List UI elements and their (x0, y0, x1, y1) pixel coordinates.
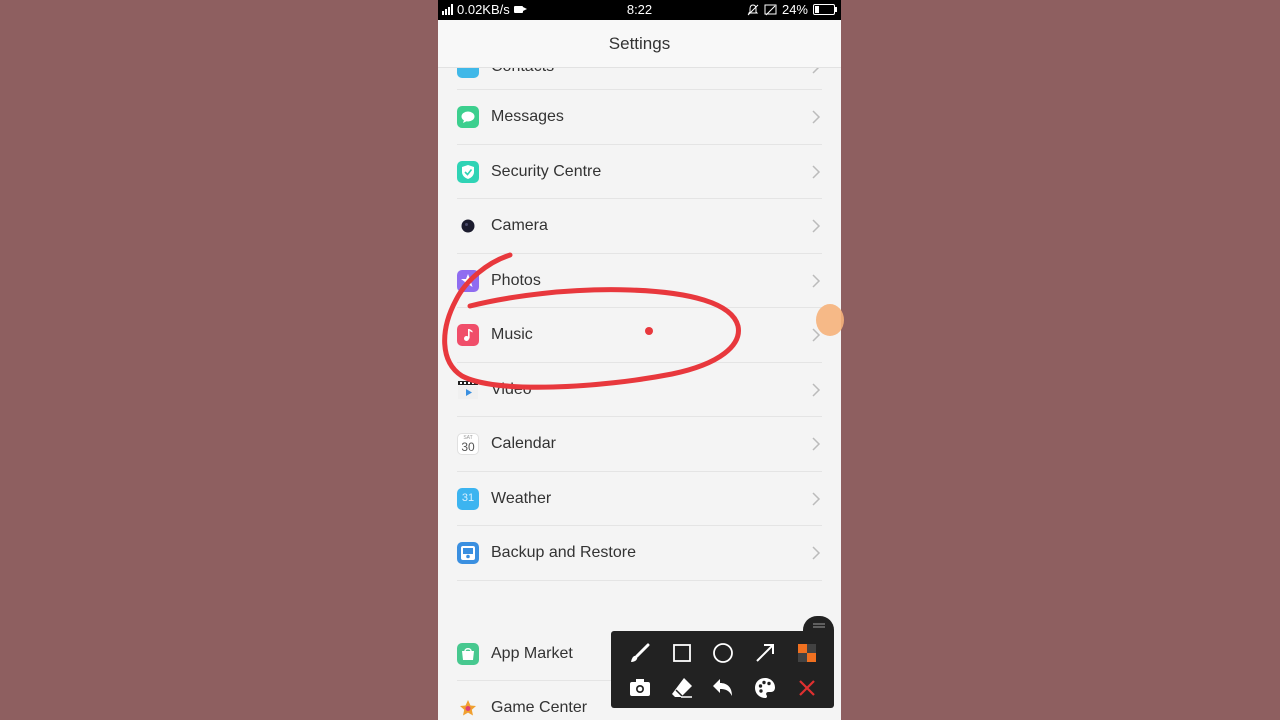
settings-item-security-centre[interactable]: Security Centre (438, 145, 841, 199)
game-center-icon (457, 697, 479, 719)
settings-item-label: App Market (491, 644, 573, 662)
video-icon (457, 379, 479, 401)
undo-icon[interactable] (708, 673, 738, 703)
settings-item-label: Game Center (491, 699, 588, 717)
settings-item-label: Backup and Restore (491, 544, 636, 562)
contacts-icon (457, 68, 479, 78)
settings-item-label: Security Centre (491, 162, 602, 180)
messages-icon (457, 106, 479, 129)
settings-item-label: Messages (491, 108, 564, 126)
camera-icon (457, 215, 479, 237)
settings-item-label: Photos (491, 271, 541, 289)
settings-item-music[interactable]: Music (438, 308, 841, 363)
chevron-right-icon (812, 219, 821, 233)
photos-icon (457, 269, 479, 292)
eraser-icon[interactable] (667, 673, 697, 703)
settings-item-calendar[interactable]: SAT 30 Calendar (438, 417, 841, 472)
page-title: Settings (438, 20, 841, 68)
chevron-right-icon (812, 383, 821, 397)
circle-icon[interactable] (708, 638, 738, 668)
app-market-icon (457, 642, 479, 665)
floating-record-button[interactable] (816, 304, 844, 336)
calendar-icon: SAT 30 (457, 433, 479, 456)
arrow-icon[interactable] (750, 638, 780, 668)
palette-icon[interactable] (750, 673, 780, 703)
battery-percent: 24% (781, 2, 808, 17)
settings-item-camera[interactable]: Camera (438, 199, 841, 254)
settings-item-messages[interactable]: Messages (438, 90, 841, 145)
shield-icon (457, 160, 479, 183)
settings-item-video[interactable]: Video (438, 363, 841, 417)
settings-item-label: Contacts (491, 68, 554, 77)
cast-icon (764, 4, 777, 15)
screenshot-icon[interactable] (625, 673, 655, 703)
phone-screen: 0.02KB/s 8:22 24% Settings Contacts Mess… (438, 0, 841, 720)
settings-item-photos[interactable]: Photos (438, 254, 841, 308)
settings-list: Contacts Messages Security Centre (438, 68, 841, 720)
calendar-date: 30 (461, 440, 475, 455)
close-icon[interactable] (792, 673, 822, 703)
settings-item-backup-and-restore[interactable]: Backup and Restore (438, 526, 841, 581)
chevron-right-icon (812, 492, 821, 506)
weather-temperature: 31 (461, 491, 475, 504)
settings-item-label: Video (491, 380, 532, 398)
chevron-right-icon (812, 546, 821, 560)
music-icon (457, 324, 479, 347)
brush-icon[interactable] (625, 638, 655, 668)
chevron-right-icon (812, 437, 821, 451)
settings-item-weather[interactable]: 31 Weather (438, 472, 841, 526)
chevron-right-icon (812, 68, 820, 74)
settings-item-label: Camera (491, 217, 548, 235)
settings-item-label: Weather (491, 489, 552, 507)
status-bar: 0.02KB/s 8:22 24% (438, 0, 841, 20)
silent-icon (747, 3, 759, 15)
rectangle-icon[interactable] (667, 638, 697, 668)
chevron-right-icon (812, 165, 821, 179)
annotation-toolbar (611, 631, 834, 708)
mosaic-icon[interactable] (792, 638, 822, 668)
chevron-right-icon (812, 274, 821, 288)
weather-icon: 31 (457, 487, 479, 510)
battery-icon (813, 4, 837, 15)
settings-item-contacts[interactable]: Contacts (438, 68, 841, 90)
backup-icon (457, 542, 479, 565)
chevron-right-icon (812, 110, 821, 124)
settings-item-label: Calendar (491, 435, 556, 453)
settings-item-label: Music (491, 326, 533, 344)
